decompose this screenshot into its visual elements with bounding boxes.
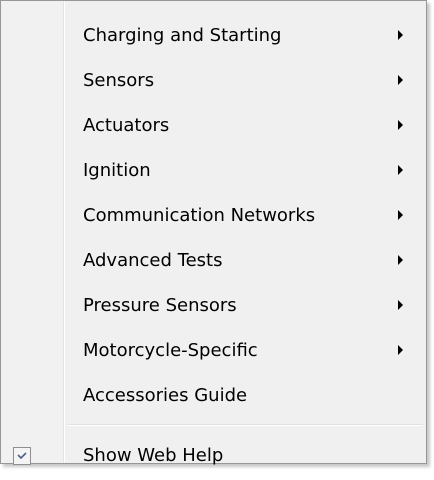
menu-item-label: Actuators [83, 115, 170, 136]
submenu-arrow-icon [398, 75, 403, 85]
submenu-arrow-icon [398, 165, 403, 175]
submenu-arrow-icon [398, 345, 403, 355]
menu-item-communication-networks[interactable]: Communication Networks [1, 193, 426, 238]
checkbox-checked-icon [13, 447, 31, 465]
menu-item-label: Communication Networks [83, 205, 316, 226]
menu-item-label: Pressure Sensors [83, 295, 237, 316]
menu-separator [1, 418, 426, 432]
menu-item-ignition[interactable]: Ignition [1, 148, 426, 193]
submenu-arrow-icon [398, 210, 403, 220]
menu-item-label: Accessories Guide [83, 385, 248, 406]
menu-item-pressure-sensors[interactable]: Pressure Sensors [1, 283, 426, 328]
menu-item-accessories-guide[interactable]: Accessories Guide [1, 373, 426, 418]
submenu-arrow-icon [398, 300, 403, 310]
menu-item-label: Motorcycle-Specific [83, 340, 258, 361]
menu-item-charging-and-starting[interactable]: Charging and Starting [1, 13, 426, 58]
menu-item-motorcycle-specific[interactable]: Motorcycle-Specific [1, 328, 426, 373]
menu-item-label: Ignition [83, 160, 151, 181]
menu-item-show-web-help[interactable]: Show Web Help [1, 432, 426, 480]
menu-items: Charging and Starting Sensors Actuators … [1, 13, 426, 480]
menu-item-label: Advanced Tests [83, 250, 223, 271]
submenu-arrow-icon [398, 30, 403, 40]
context-menu: Charging and Starting Sensors Actuators … [0, 0, 427, 466]
submenu-arrow-icon [398, 120, 403, 130]
menu-item-label: Sensors [83, 70, 155, 91]
submenu-arrow-icon [398, 255, 403, 265]
separator-line [67, 424, 423, 426]
menu-item-label: Show Web Help [83, 445, 224, 466]
menu-item-label: Charging and Starting [83, 25, 282, 46]
menu-item-advanced-tests[interactable]: Advanced Tests [1, 238, 426, 283]
menu-item-actuators[interactable]: Actuators [1, 103, 426, 148]
menu-item-sensors[interactable]: Sensors [1, 58, 426, 103]
